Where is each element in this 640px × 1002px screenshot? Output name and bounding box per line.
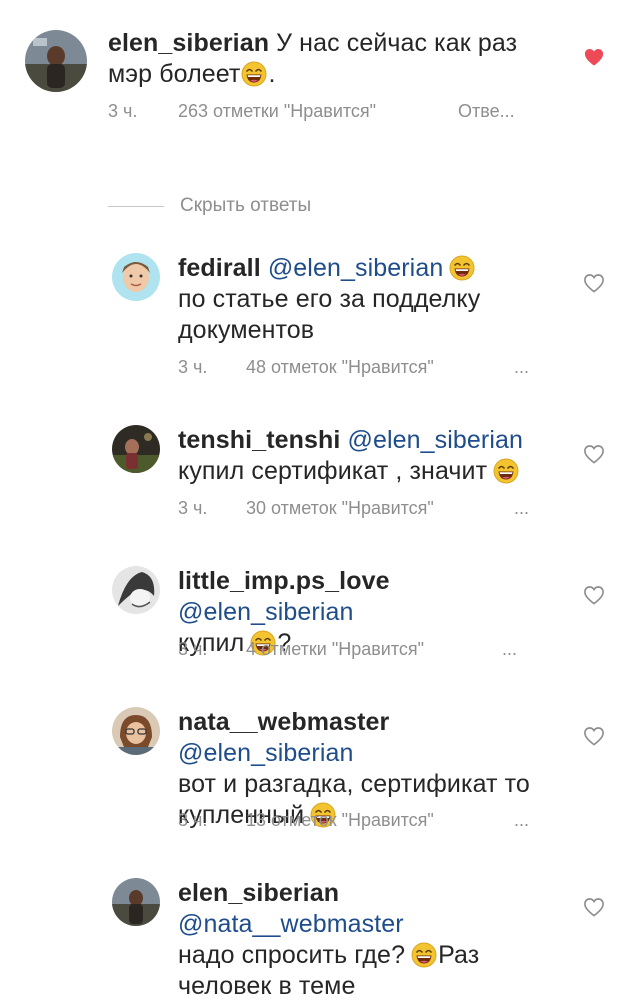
avatar[interactable]: [112, 878, 160, 926]
mention-link[interactable]: @elen_siberian: [268, 254, 444, 282]
divider: [108, 206, 164, 207]
comment-username[interactable]: elen_siberian: [108, 29, 269, 57]
heart-outline-icon[interactable]: [583, 273, 605, 293]
comment-meta: 3 ч. 48 отметок "Нравится" ...: [178, 357, 558, 381]
avatar[interactable]: [112, 566, 160, 614]
more-options-button[interactable]: ...: [502, 639, 517, 660]
avatar-photo-icon: [112, 878, 160, 926]
comment-time: 3 ч.: [178, 639, 208, 659]
comment-body: купил сертификат , значит: [178, 457, 488, 485]
comment-username[interactable]: fedirall: [178, 254, 261, 282]
avatar[interactable]: [112, 707, 160, 755]
avatar[interactable]: [25, 30, 87, 92]
comment-likes[interactable]: 30 отметок "Нравится": [246, 498, 434, 519]
avatar[interactable]: [112, 253, 160, 301]
comment-likes[interactable]: 4 отметки "Нравится": [246, 639, 424, 660]
reply-button[interactable]: Отве...: [458, 101, 515, 122]
mention-link[interactable]: @elen_siberian: [178, 598, 354, 626]
comment-body: У нас сейчас как раз: [276, 29, 518, 57]
comment-time: 3 ч.: [178, 357, 208, 377]
comment-meta: 3 ч. 13 отметок "Нравится" ...: [178, 810, 558, 834]
comment-time: 3 ч.: [178, 810, 208, 830]
comment-username[interactable]: tenshi_tenshi: [178, 426, 340, 454]
laughing-emoji-icon: [493, 458, 519, 484]
laughing-emoji-icon: [449, 255, 475, 281]
avatar-photo-icon: [112, 566, 160, 614]
comment-text: tenshi_tenshi @elen_siberian купил серти…: [178, 425, 558, 487]
comment-likes[interactable]: 263 отметки "Нравится": [178, 101, 376, 122]
avatar-photo-icon: [112, 253, 160, 301]
comment-text: elen_siberian @nata__webmaster надо спро…: [178, 878, 568, 1002]
comment-body-line: документов: [178, 316, 315, 344]
comment-time: 3 ч.: [108, 101, 138, 121]
mention-link[interactable]: @elen_siberian: [348, 426, 524, 454]
comment-meta: 3 ч. 263 отметки "Нравится" Отве...: [108, 101, 548, 125]
more-options-button[interactable]: ...: [514, 498, 529, 519]
heart-outline-icon[interactable]: [583, 726, 605, 746]
comment-body-line: мэр болеет: [108, 60, 241, 88]
heart-filled-icon[interactable]: [583, 47, 605, 67]
comment-time: 3 ч.: [178, 498, 208, 518]
comment-meta: 3 ч. 30 отметок "Нравится" ...: [178, 498, 558, 522]
mention-link[interactable]: @elen_siberian: [178, 739, 354, 767]
laughing-emoji-icon: [241, 61, 267, 87]
avatar-photo-icon: [112, 425, 160, 473]
more-options-button[interactable]: ...: [514, 357, 529, 378]
heart-outline-icon[interactable]: [583, 585, 605, 605]
comment-trailing: .: [268, 60, 276, 88]
comment-body: по статье его за подделку: [178, 285, 481, 313]
comment-likes[interactable]: 13 отметок "Нравится": [246, 810, 434, 831]
comment-username[interactable]: elen_siberian: [178, 879, 339, 907]
more-options-button[interactable]: ...: [514, 810, 529, 831]
heart-outline-icon[interactable]: [583, 897, 605, 917]
avatar-photo-icon: [25, 30, 87, 92]
comment-body: надо спросить где?: [178, 941, 406, 969]
comment-body-cont: Раз: [438, 941, 480, 969]
comment-meta: 3 ч. 4 отметки "Нравится" ...: [178, 639, 558, 663]
avatar[interactable]: [112, 425, 160, 473]
comment-likes[interactable]: 48 отметок "Нравится": [246, 357, 434, 378]
mention-link[interactable]: @nata__webmaster: [178, 910, 404, 938]
comment-body-line: человек в теме: [178, 972, 356, 1000]
heart-outline-icon[interactable]: [583, 444, 605, 464]
hide-replies-label[interactable]: Скрыть ответы: [180, 195, 311, 217]
comment-username[interactable]: nata__webmaster: [178, 708, 389, 736]
comment-text: elen_siberian У нас сейчас как раз мэр б…: [108, 28, 548, 90]
laughing-emoji-icon: [411, 942, 437, 968]
comment-body: вот и разгадка, сертификат то: [178, 770, 530, 798]
avatar-photo-icon: [112, 707, 160, 755]
comment-text: fedirall @elen_siberian по статье его за…: [178, 253, 558, 346]
comment-username[interactable]: little_imp.ps_love: [178, 567, 390, 595]
